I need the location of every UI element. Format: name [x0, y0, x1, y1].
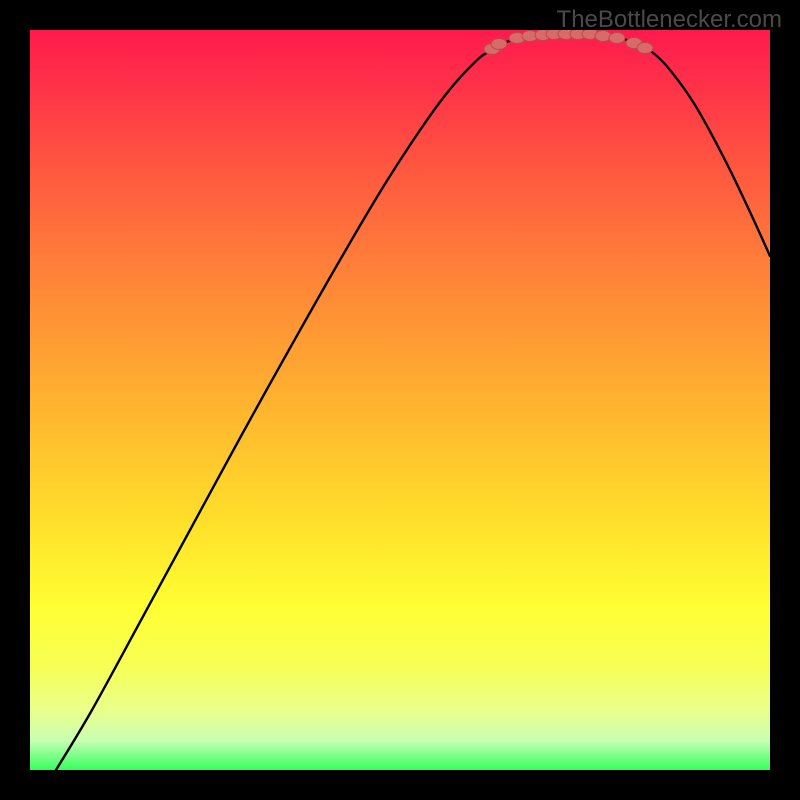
bottleneck-curve: [56, 34, 770, 770]
watermark-text: TheBottlenecker.com: [557, 6, 782, 34]
chart-plot-area: [30, 30, 770, 770]
curve-marker: [491, 39, 507, 50]
curve-marker: [609, 33, 625, 44]
curve-marker: [637, 43, 653, 54]
chart-svg: [30, 30, 770, 770]
